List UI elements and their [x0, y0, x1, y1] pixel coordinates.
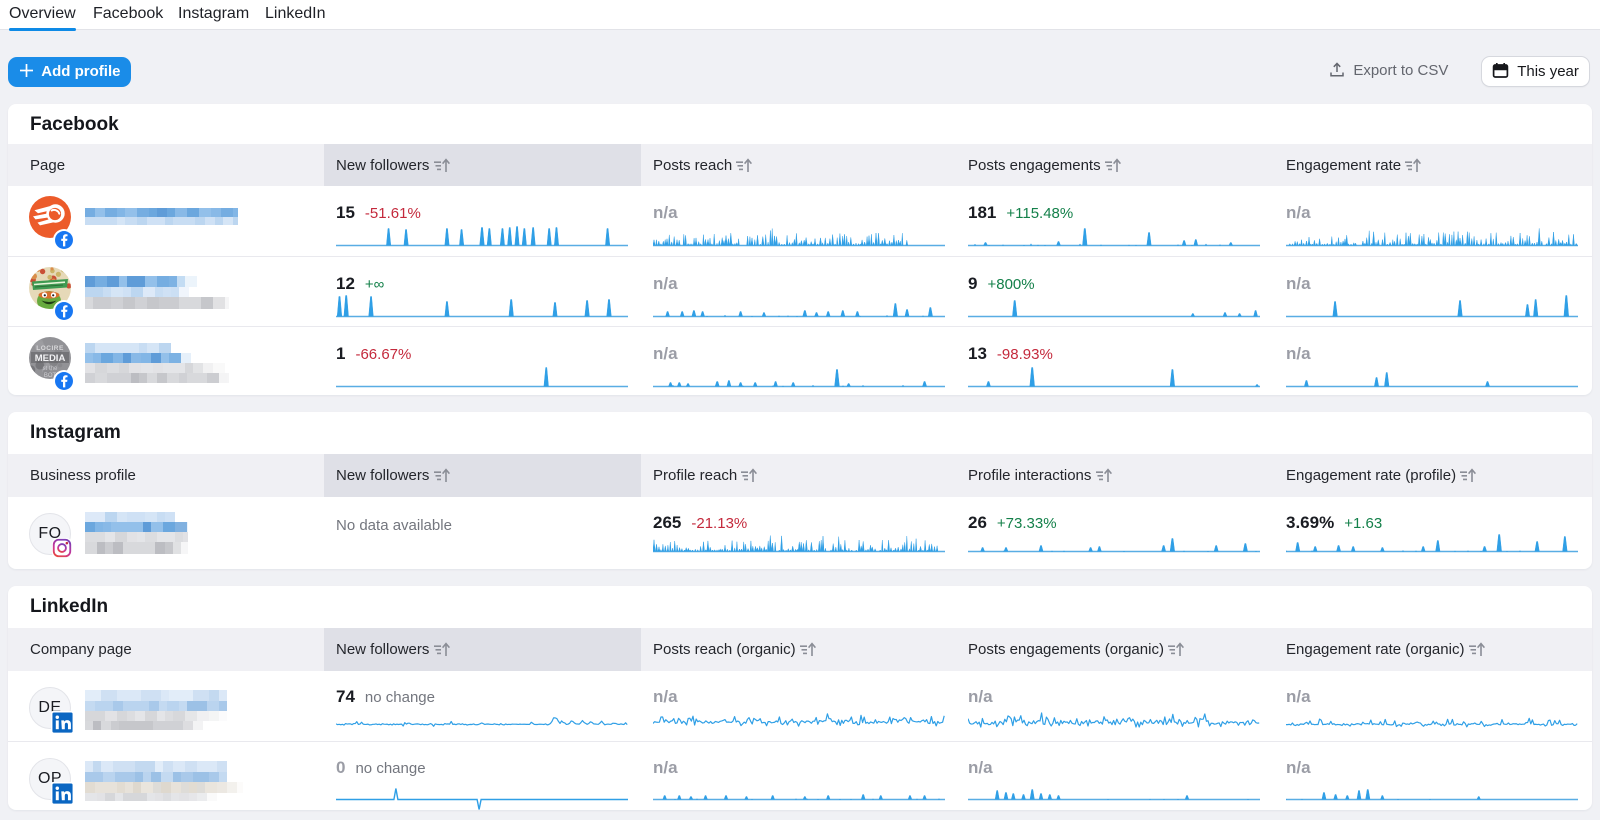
svg-text:LOCIRE: LOCIRE	[36, 345, 64, 352]
svg-text:MEDIA: MEDIA	[35, 353, 66, 364]
